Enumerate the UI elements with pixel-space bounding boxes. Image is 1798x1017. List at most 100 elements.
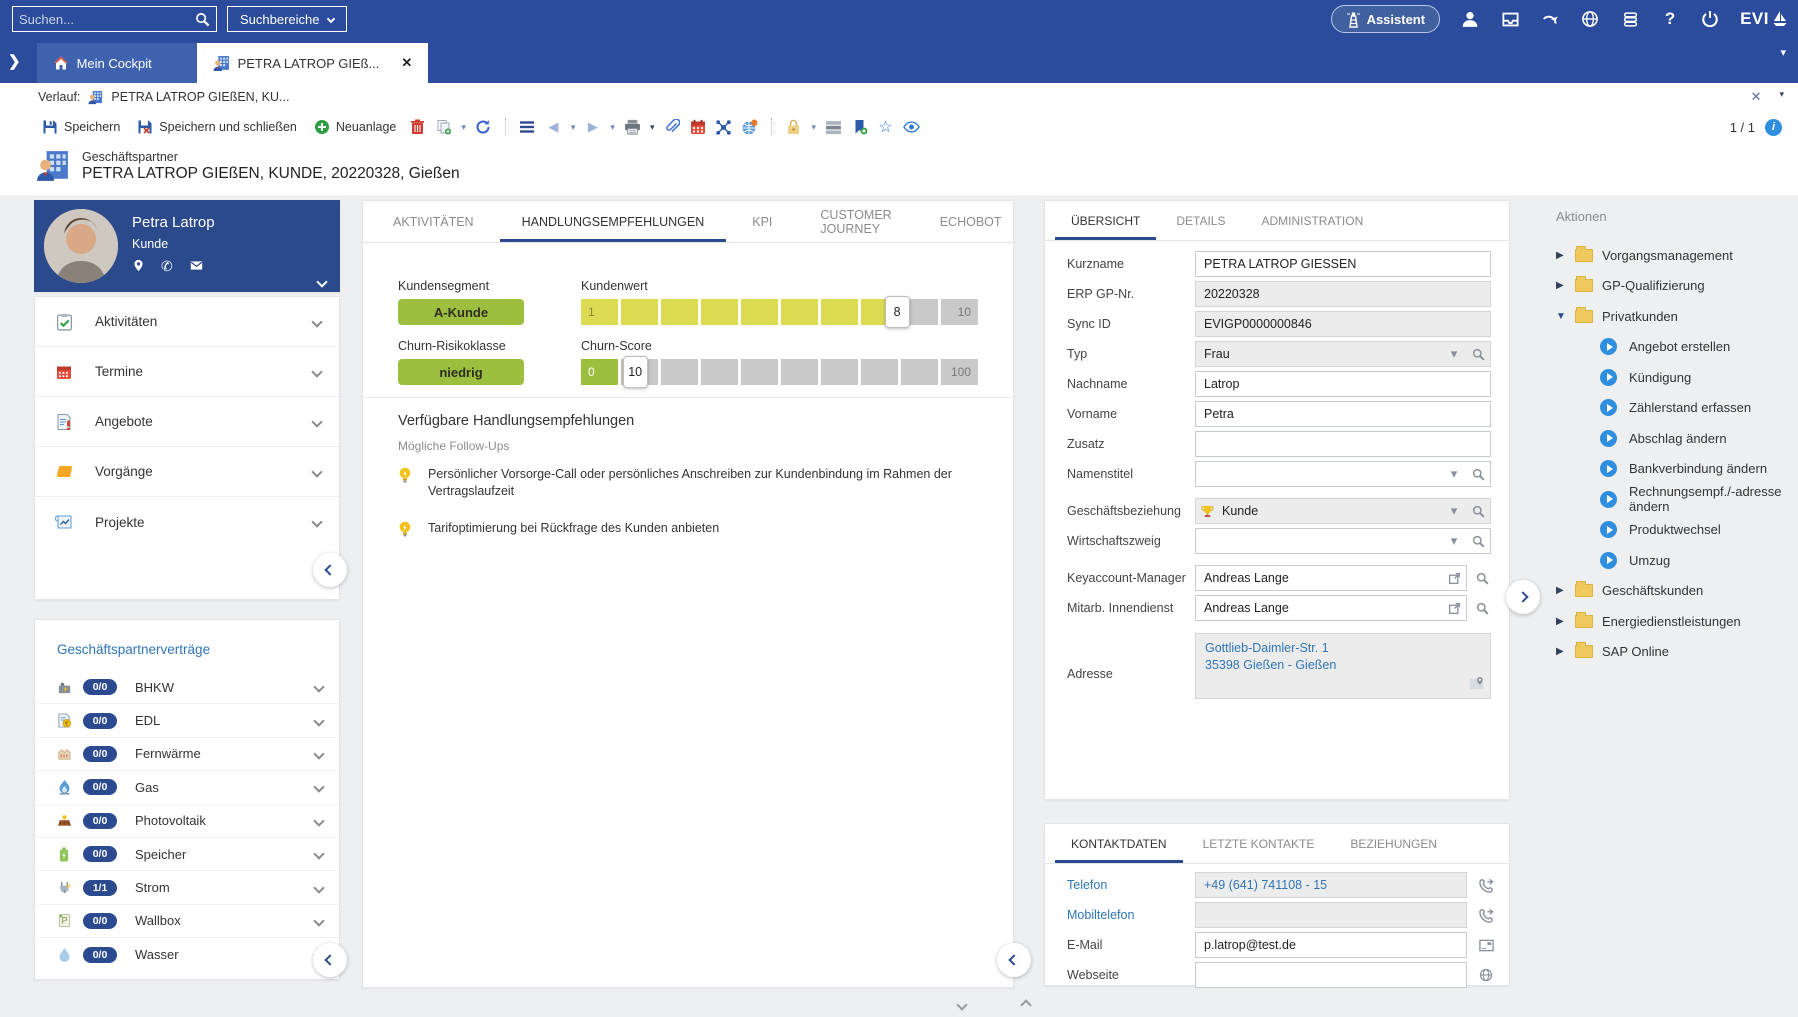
chevron-down-icon[interactable]: ▾ <box>1443 528 1465 554</box>
folder-sap-online[interactable]: ▶ SAP Online <box>1556 637 1798 668</box>
close-tab-icon[interactable]: ✕ <box>401 55 412 71</box>
action-rechnungsempf-aendern[interactable]: Rechnungsempf./-adresse ändern <box>1556 484 1798 515</box>
innendienst-input[interactable] <box>1195 595 1467 621</box>
contract-row-speicher[interactable]: 0/0 Speicher <box>35 838 339 871</box>
collapse-left-panel-button[interactable] <box>313 553 347 587</box>
kurzname-input[interactable] <box>1195 251 1491 277</box>
kundenwert-handle[interactable]: 8 <box>885 296 910 328</box>
contract-row-fernwaerme[interactable]: 0/0 Fernwärme <box>35 738 339 771</box>
erp-gp-nr-input[interactable] <box>1195 281 1491 307</box>
open-record-icon[interactable] <box>1443 595 1465 621</box>
watch-eye-icon[interactable] <box>903 119 920 136</box>
chevron-down-icon[interactable] <box>311 316 322 327</box>
power-icon[interactable] <box>1700 9 1720 29</box>
back-caret-icon[interactable]: ▾ <box>571 122 576 133</box>
nav-item-angebote[interactable]: Angebote <box>35 397 339 447</box>
collapse-caret-icon[interactable]: ▼ <box>1556 311 1566 322</box>
lookup-icon[interactable] <box>1467 528 1489 554</box>
address-street-link[interactable]: Gottlieb-Daimler-Str. 1 <box>1205 640 1481 657</box>
print-caret-icon[interactable]: ▾ <box>650 122 655 133</box>
tab-mein-cockpit[interactable]: Mein Cockpit <box>37 43 197 83</box>
profile-expand-icon[interactable] <box>316 276 327 287</box>
globe-link-icon[interactable] <box>1580 9 1600 29</box>
save-button[interactable]: Speichern <box>38 116 124 138</box>
vorname-input[interactable] <box>1195 401 1491 427</box>
info-icon[interactable]: i <box>1765 119 1782 136</box>
verlauf-clear-icon[interactable]: ✕ <box>1751 89 1762 105</box>
globe-pin-icon[interactable] <box>741 119 758 136</box>
action-kuendigung[interactable]: Kündigung <box>1556 362 1798 393</box>
chevron-down-icon[interactable] <box>311 366 322 377</box>
churn-score-slider[interactable]: 0 100 10 <box>581 359 978 385</box>
mail-icon[interactable] <box>189 259 204 275</box>
chevron-down-icon[interactable] <box>313 815 324 826</box>
phone-icon[interactable]: ✆ <box>161 258 173 275</box>
favorite-star-icon[interactable]: ☆ <box>877 119 894 136</box>
collapse-contracts-button[interactable] <box>313 943 347 977</box>
tab-kontaktdaten[interactable]: KONTAKTDATEN <box>1055 824 1183 863</box>
tab-customer-journey[interactable]: CUSTOMER JOURNEY <box>798 201 913 242</box>
delete-icon[interactable] <box>409 119 426 136</box>
nav-item-projekte[interactable]: Projekte <box>35 497 339 547</box>
address-city-link[interactable]: 35398 Gießen - Gießen <box>1205 657 1481 674</box>
chevron-down-icon[interactable] <box>313 782 324 793</box>
copy-icon[interactable] <box>435 119 452 136</box>
refresh-icon[interactable] <box>475 119 492 136</box>
chevron-down-icon[interactable] <box>313 715 324 726</box>
assistent-button[interactable]: Assistent <box>1331 5 1441 33</box>
rows-icon[interactable] <box>825 119 842 136</box>
action-abschlag-aendern[interactable]: Abschlag ändern <box>1556 423 1798 454</box>
lookup-icon[interactable] <box>1471 565 1493 591</box>
search-input[interactable] <box>19 12 195 27</box>
nav-item-aktivitaeten[interactable]: Aktivitäten <box>35 297 339 347</box>
lookup-icon[interactable] <box>1467 341 1489 367</box>
tab-beziehungen[interactable]: BEZIEHUNGEN <box>1334 824 1453 863</box>
search-icon[interactable] <box>195 9 210 29</box>
action-bankverbindung-aendern[interactable]: Bankverbindung ändern <box>1556 454 1798 485</box>
forward-icon[interactable]: ▶ <box>584 119 601 136</box>
call-icon[interactable] <box>1475 902 1497 928</box>
tab-record[interactable]: PETRA LATROP GIEß... ✕ <box>197 43 429 83</box>
tab-details[interactable]: DETAILS <box>1160 201 1241 240</box>
tab-uebersicht[interactable]: ÜBERSICHT <box>1055 201 1156 240</box>
contract-row-strom[interactable]: 1/1 Strom <box>35 871 339 904</box>
send-mail-icon[interactable] <box>1475 932 1497 958</box>
lock-icon[interactable] <box>785 119 802 136</box>
followup-item[interactable]: Persönlicher Vorsorge-Call oder persönli… <box>398 466 973 500</box>
expand-caret-icon[interactable]: ▶ <box>1556 646 1566 657</box>
collapse-center-panel-button[interactable] <box>997 943 1031 977</box>
expand-caret-icon[interactable]: ▶ <box>1556 280 1566 291</box>
tab-administration[interactable]: ADMINISTRATION <box>1245 201 1379 240</box>
back-icon[interactable]: ◀ <box>545 119 562 136</box>
inbox-icon[interactable] <box>1500 9 1520 29</box>
save-close-button[interactable]: Speichern und schließen <box>133 116 301 138</box>
bookmark-add-icon[interactable] <box>851 119 868 136</box>
chevron-down-icon[interactable]: ▾ <box>1443 341 1465 367</box>
nav-item-vorgaenge[interactable]: Vorgänge <box>35 447 339 497</box>
contract-row-gas[interactable]: 0/0 Gas <box>35 771 339 804</box>
global-search[interactable] <box>12 6 217 32</box>
kundenwert-slider[interactable]: 1 10 8 <box>581 299 978 325</box>
tabs-overflow-icon[interactable]: ❯ <box>8 52 21 70</box>
scroll-up-icon[interactable] <box>1020 999 1031 1010</box>
profile-card[interactable]: Petra Latrop Kunde ✆ <box>34 200 340 292</box>
tab-kpi[interactable]: KPI <box>730 201 794 242</box>
chevron-down-icon[interactable] <box>311 416 322 427</box>
menu-icon[interactable] <box>519 119 536 136</box>
user-icon[interactable] <box>1460 9 1480 29</box>
lookup-icon[interactable] <box>1471 595 1493 621</box>
chevron-down-icon[interactable]: ▾ <box>1443 498 1465 524</box>
print-icon[interactable] <box>624 119 641 136</box>
chevron-down-icon[interactable] <box>313 882 324 893</box>
expand-caret-icon[interactable]: ▶ <box>1556 585 1566 596</box>
nav-item-termine[interactable]: Termine <box>35 347 339 397</box>
calendar-icon[interactable] <box>689 119 706 136</box>
folder-geschaeftskunden[interactable]: ▶ Geschäftskunden <box>1556 576 1798 607</box>
tab-aktivitaeten[interactable]: AKTIVITÄTEN <box>371 201 496 242</box>
expand-caret-icon[interactable]: ▶ <box>1556 250 1566 261</box>
nachname-input[interactable] <box>1195 371 1491 397</box>
tabrow-caret-icon[interactable]: ▾ <box>1780 46 1786 59</box>
followup-item[interactable]: Tarifoptimierung bei Rückfrage des Kunde… <box>398 520 973 538</box>
expand-right-panel-button[interactable] <box>1506 580 1540 614</box>
contract-row-photovoltaik[interactable]: 0/0 Photovoltaik <box>35 805 339 838</box>
